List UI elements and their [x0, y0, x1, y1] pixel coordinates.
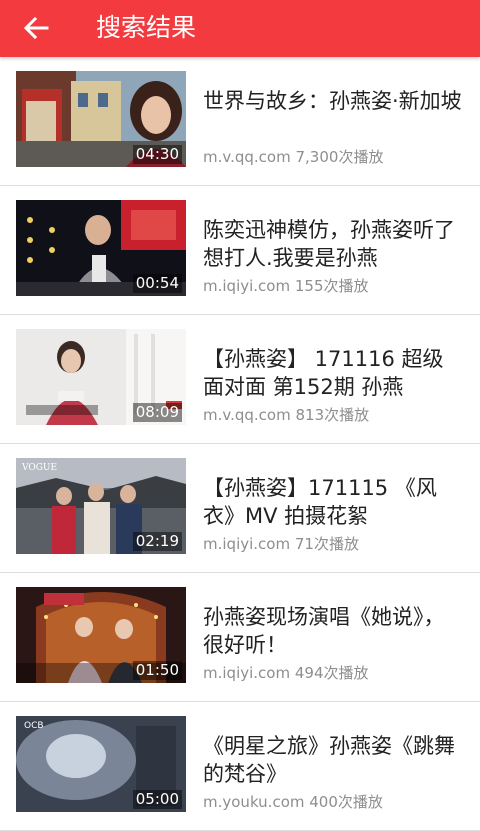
video-result-item[interactable]: 01:50 孙燕姿现场演唱《她说》，很好听！ m.iqiyi.com 494次播… — [0, 573, 480, 702]
video-duration: 04:30 — [132, 145, 182, 164]
video-source: m.iqiyi.com — [203, 535, 291, 553]
video-thumbnail[interactable]: OCB 05:00 — [16, 716, 186, 812]
video-source: m.iqiyi.com — [203, 664, 291, 682]
video-play-count: 494次播放 — [294, 664, 369, 682]
app-bar: 搜索结果 — [0, 0, 480, 57]
video-title[interactable]: 陈奕迅神模仿，孙燕姿听了想打人.我要是孙燕 — [203, 216, 463, 272]
video-duration: 02:19 — [132, 532, 182, 551]
video-result-item[interactable]: 08:09 【孙燕姿】 171116 超级面对面 第152期 孙燕 m.v.qq… — [0, 315, 480, 444]
video-thumbnail[interactable]: 00:54 — [16, 200, 186, 296]
video-duration: 01:50 — [132, 661, 182, 680]
video-play-count: 7,300次播放 — [295, 148, 384, 166]
video-thumbnail[interactable]: 08:09 — [16, 329, 186, 425]
svg-text:VOGUE: VOGUE — [21, 463, 57, 473]
page-title: 搜索结果 — [96, 13, 197, 42]
video-thumbnail[interactable]: 04:30 — [16, 71, 186, 167]
video-thumbnail[interactable]: VOGUE 02:19 — [16, 458, 186, 554]
video-result-item[interactable]: VOGUE 02:19 【孙燕姿】171115 《风衣》MV 拍摄花絮 m.iq… — [0, 444, 480, 573]
video-result-item[interactable]: OCB 05:00 《明星之旅》孙燕姿《跳舞的梵谷》 m.youku.com 4… — [0, 702, 480, 831]
video-play-count: 71次播放 — [294, 535, 359, 553]
video-source: m.youku.com — [203, 793, 305, 811]
video-meta: m.iqiyi.com 494次播放 — [203, 662, 369, 683]
video-meta: m.v.qq.com 813次播放 — [203, 404, 369, 425]
video-play-count: 400次播放 — [309, 793, 383, 811]
svg-text:OCB: OCB — [24, 721, 44, 731]
back-button[interactable] — [16, 10, 56, 46]
video-thumbnail[interactable]: 01:50 — [16, 587, 186, 683]
video-title[interactable]: 孙燕姿现场演唱《她说》，很好听！ — [203, 603, 463, 659]
video-source: m.v.qq.com — [203, 148, 291, 166]
video-source: m.iqiyi.com — [203, 277, 291, 295]
video-meta: m.iqiyi.com 71次播放 — [203, 533, 359, 554]
video-result-item[interactable]: 04:30 世界与故乡：孙燕姿·新加坡 m.v.qq.com 7,300次播放 — [0, 57, 480, 186]
video-source: m.v.qq.com — [203, 406, 291, 424]
arrow-left-icon — [23, 16, 49, 40]
video-title[interactable]: 《明星之旅》孙燕姿《跳舞的梵谷》 — [203, 732, 463, 788]
video-play-count: 813次播放 — [295, 406, 370, 424]
video-meta: m.iqiyi.com 155次播放 — [203, 275, 369, 296]
video-duration: 00:54 — [132, 274, 182, 293]
video-play-count: 155次播放 — [294, 277, 369, 295]
video-title[interactable]: 【孙燕姿】 171116 超级面对面 第152期 孙燕 — [203, 345, 463, 401]
video-duration: 08:09 — [132, 403, 182, 422]
video-meta: m.youku.com 400次播放 — [203, 791, 383, 812]
video-result-list: 04:30 世界与故乡：孙燕姿·新加坡 m.v.qq.com 7,300次播放 — [0, 57, 480, 831]
video-result-item[interactable]: 00:54 陈奕迅神模仿，孙燕姿听了想打人.我要是孙燕 m.iqiyi.com … — [0, 186, 480, 315]
video-meta: m.v.qq.com 7,300次播放 — [203, 146, 383, 167]
video-title[interactable]: 世界与故乡：孙燕姿·新加坡 — [203, 87, 463, 143]
video-title[interactable]: 【孙燕姿】171115 《风衣》MV 拍摄花絮 — [203, 474, 463, 530]
